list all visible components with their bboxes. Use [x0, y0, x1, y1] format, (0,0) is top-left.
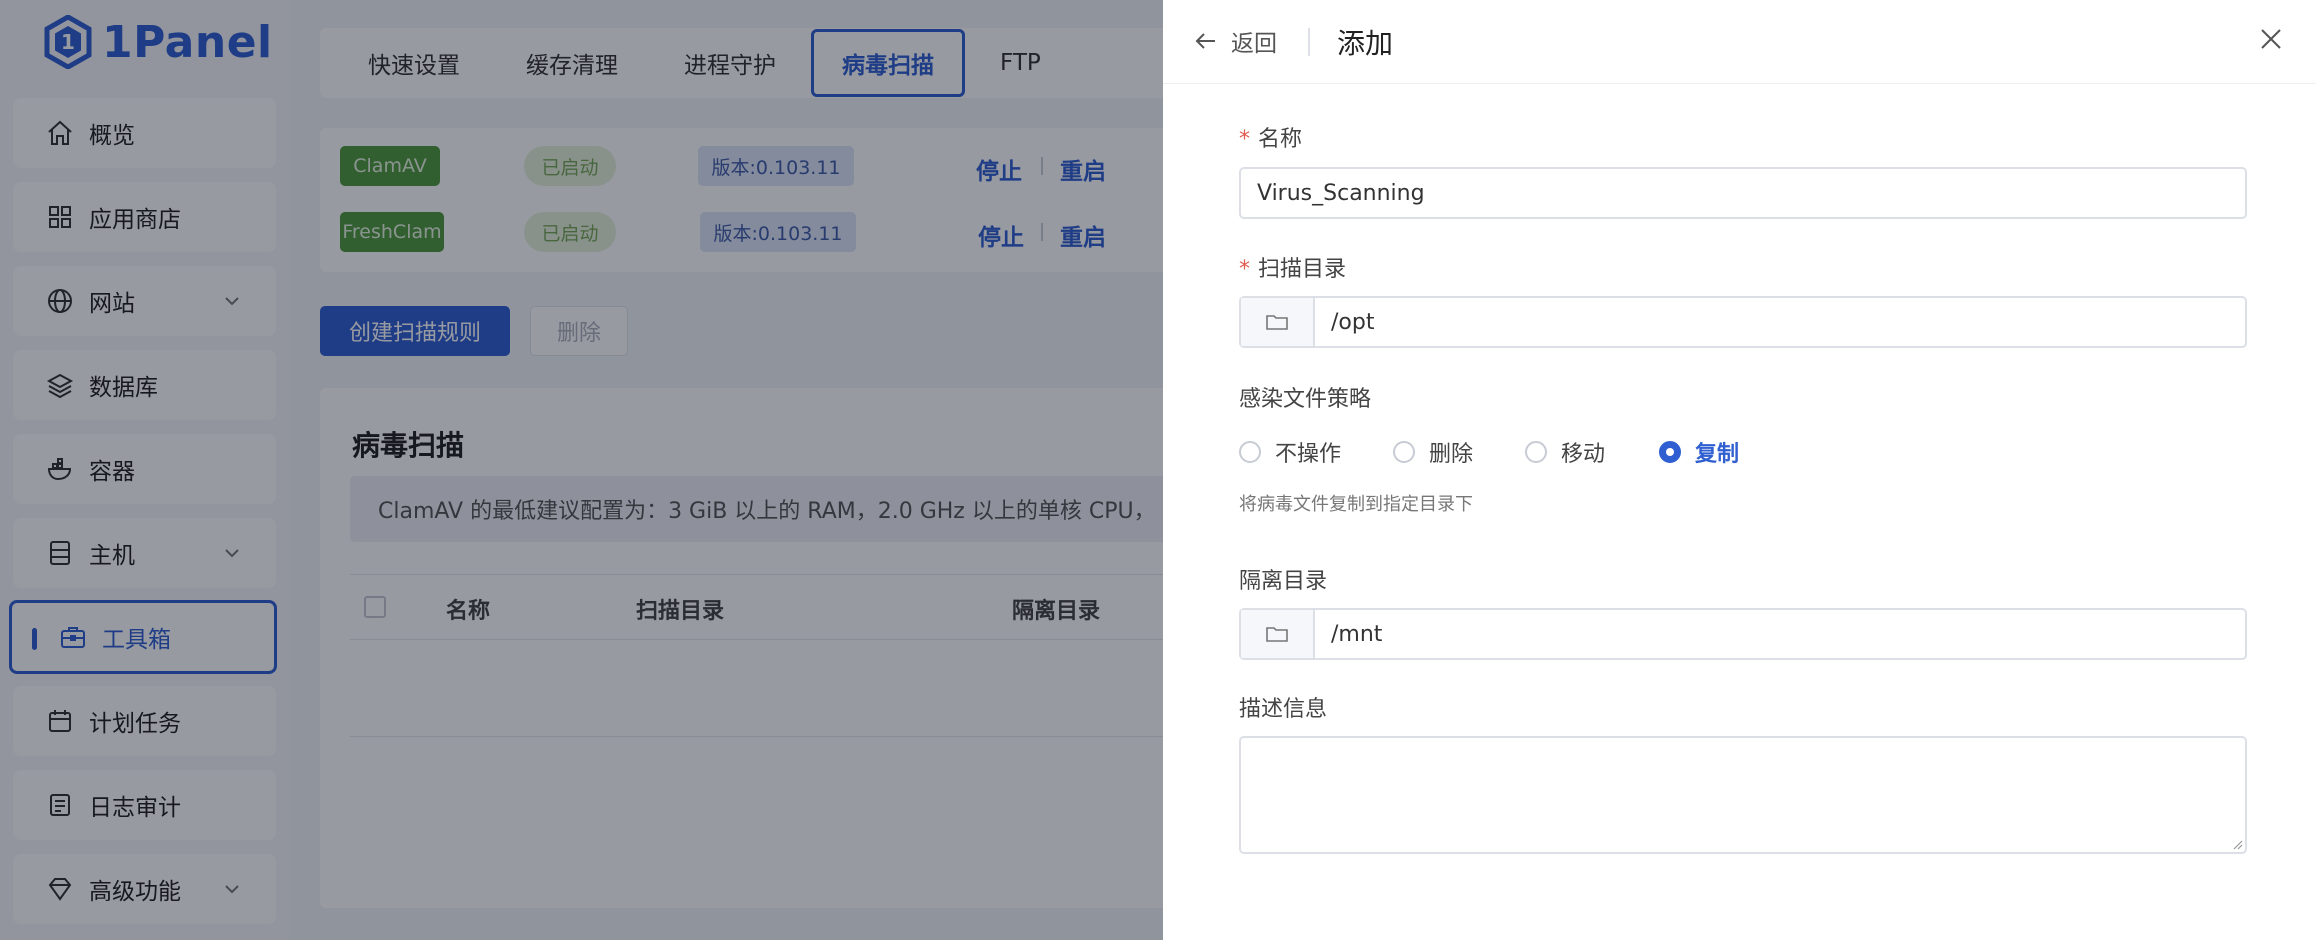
description-textarea[interactable]: [1239, 736, 2247, 854]
radio-circle: [1525, 441, 1547, 463]
folder-picker-button[interactable]: [1241, 610, 1315, 658]
name-label-text: 名称: [1258, 127, 1303, 152]
drawer-header: 返回 添加: [1163, 0, 2316, 84]
radio-label: 复制: [1695, 442, 1740, 467]
drawer-title: 添加: [1337, 27, 1394, 60]
radio-label: 删除: [1429, 442, 1474, 467]
arrow-left-icon: [1195, 33, 1215, 49]
name-label: * 名称: [1239, 121, 1302, 153]
radio-label: 不操作: [1275, 442, 1342, 467]
folder-picker-button[interactable]: [1241, 298, 1315, 346]
radio-move[interactable]: 移动: [1525, 436, 1605, 468]
scan-dir-input[interactable]: /opt: [1315, 298, 1374, 346]
policy-hint: 将病毒文件复制到指定目录下: [1239, 494, 1473, 515]
policy-label: 感染文件策略: [1239, 387, 1372, 412]
radio-circle: [1239, 441, 1261, 463]
close-icon[interactable]: [2256, 24, 2286, 54]
radio-copy[interactable]: 复制: [1659, 436, 1739, 468]
quarantine-dir-input[interactable]: /mnt: [1315, 610, 1382, 658]
description-label: 描述信息: [1239, 697, 1328, 722]
radio-label: 移动: [1561, 442, 1606, 467]
scan-dir-field: /opt: [1239, 296, 2247, 348]
required-marker: *: [1239, 257, 1250, 282]
required-marker: *: [1239, 127, 1250, 152]
resize-handle-icon[interactable]: [2231, 838, 2243, 850]
folder-icon: [1266, 627, 1288, 642]
policy-radio-group: 不操作 删除 移动 复制: [1239, 436, 1839, 468]
folder-icon: [1266, 315, 1288, 330]
radio-circle-selected: [1659, 441, 1681, 463]
radio-delete[interactable]: 删除: [1393, 436, 1473, 468]
radio-no-action[interactable]: 不操作: [1239, 436, 1341, 468]
scan-dir-label: * 扫描目录: [1239, 251, 1346, 283]
header-divider: [1308, 28, 1310, 56]
add-rule-drawer: 返回 添加 * 名称 Virus_Scanning * 扫描目录 /opt 感染文件…: [1163, 0, 2316, 940]
scan-dir-label-text: 扫描目录: [1258, 257, 1347, 282]
modal-overlay[interactable]: [0, 0, 1163, 940]
back-label: 返回: [1231, 31, 1277, 57]
back-button[interactable]: 返回: [1193, 24, 1277, 58]
name-input[interactable]: Virus_Scanning: [1239, 167, 2247, 219]
quarantine-dir-label: 隔离目录: [1239, 569, 1328, 594]
quarantine-dir-field: /mnt: [1239, 608, 2247, 660]
radio-circle: [1393, 441, 1415, 463]
